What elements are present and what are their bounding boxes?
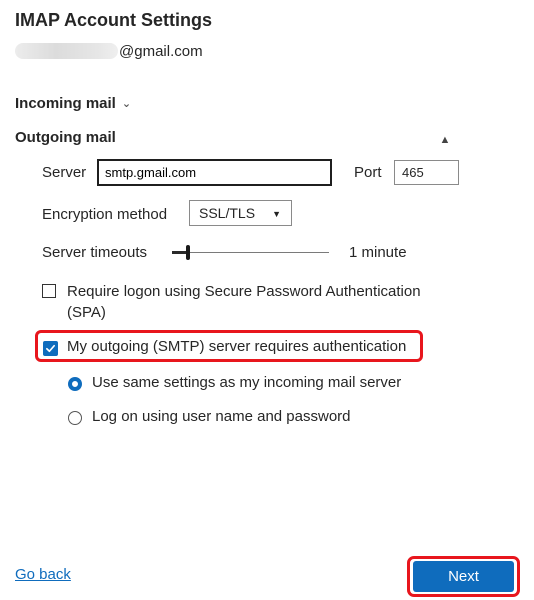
caret-down-icon: ▼ [272,209,281,219]
server-label: Server [42,164,87,181]
encryption-method-value: SSL/TLS [199,205,256,221]
server-input[interactable] [97,159,332,186]
outgoing-mail-label: Outgoing mail [15,129,116,146]
server-timeouts-value: 1 minute [349,244,407,261]
encryption-method-label: Encryption method [42,206,168,223]
page-title: IMAP Account Settings [15,10,213,30]
email-domain: @gmail.com [119,42,203,60]
account-email: @gmail.com [15,40,203,62]
smtp-auth-label[interactable]: My outgoing (SMTP) server requires authe… [67,338,406,355]
slider-thumb[interactable] [186,245,190,260]
username-password-radio[interactable] [68,411,82,425]
incoming-mail-section-toggle[interactable]: Incoming mail ⌄ [15,95,131,112]
go-back-link[interactable]: Go back [15,566,71,583]
server-timeouts-slider[interactable] [172,242,329,262]
incoming-mail-label: Incoming mail [15,95,116,112]
same-settings-label[interactable]: Use same settings as my incoming mail se… [92,374,401,391]
checkmark-icon [46,344,55,353]
same-settings-radio[interactable] [68,377,82,391]
spa-checkbox[interactable] [42,284,56,298]
chevron-up-icon[interactable]: ▲ [437,132,453,148]
slider-track [172,252,329,253]
spa-label[interactable]: Require logon using Secure Password Auth… [67,281,457,323]
port-label: Port [354,164,382,181]
server-timeouts-label: Server timeouts [42,244,148,261]
encryption-method-select[interactable]: SSL/TLS ▼ [189,200,292,226]
username-password-label[interactable]: Log on using user name and password [92,408,351,425]
chevron-down-icon: ⌄ [121,98,132,110]
smtp-auth-checkbox[interactable] [43,341,58,356]
outgoing-mail-header: Outgoing mail [15,129,116,146]
port-input[interactable] [394,160,459,185]
next-button[interactable]: Next [413,561,514,592]
redacted-email-user [15,43,118,59]
